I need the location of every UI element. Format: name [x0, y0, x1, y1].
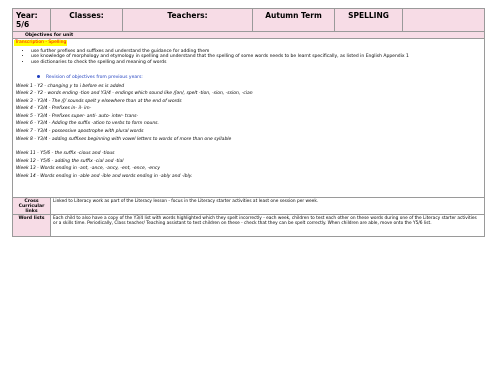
blank-header-cell — [402, 8, 485, 32]
spelling-plan-table: Year: 5/6 Classes: Teachers: Autumn Term… — [12, 8, 485, 237]
revision-heading-text: Revision of objectives from previous yea… — [46, 75, 143, 80]
year-cell: Year: 5/6 — [12, 8, 51, 32]
planning-document: Year: 5/6 Classes: Teachers: Autumn Term… — [12, 8, 485, 237]
week-item: Week 14 - Words ending in -able and -ibl… — [16, 174, 193, 180]
cross-curricular-text: Linked to Literacy work as part of the L… — [50, 197, 485, 215]
transcription-highlight: Transcription - Spelling — [14, 40, 68, 46]
objective-bullets: use further prefixes and suffixes and un… — [23, 49, 484, 66]
revision-heading: Revision of objectives from previous yea… — [37, 75, 484, 81]
week-item: Week 13 - Words ending in -ant, -ance, -… — [16, 166, 160, 172]
subject-cell: SPELLING — [334, 8, 403, 32]
objective-item: use dictionaries to check the spelling a… — [31, 60, 484, 66]
week-item: Week 2 - Y2 - words ending -tion and Y3/… — [16, 91, 253, 97]
week-item: Week 1 - Y2 - changing y to i before es … — [16, 83, 125, 89]
word-lists-text: Each child to also have a copy of the Y3… — [50, 214, 485, 237]
week-item: Week 11 - Y5/6 - the suffix -cious and -… — [16, 151, 115, 157]
objectives-content: Transcription - Spelling use further pre… — [12, 38, 485, 198]
classes-cell: Classes: — [50, 8, 123, 32]
week-item: Week 4 - Y3/4 - Prefixes in- il- im- — [16, 106, 92, 112]
teachers-cell: Teachers: — [122, 8, 253, 32]
week-item: Week 8 - Y3/4 - adding suffixes beginnin… — [16, 136, 232, 142]
week-item: Week 6 - Y3/4 - Adding the suffix -ation… — [16, 121, 159, 127]
week-list: Week 1 - Y2 - changing y to i before es … — [16, 84, 484, 182]
word-lists-label: Word lists — [12, 214, 51, 237]
term-cell: Autumn Term — [252, 8, 335, 32]
cross-curricular-label: Cross Curricular links — [12, 197, 51, 215]
bullet-dot-icon — [37, 75, 40, 78]
week-item: Week 7 - Y3/4 - possessive apostrophe wi… — [16, 129, 144, 135]
objectives-label: Objectives for unit — [12, 31, 485, 39]
